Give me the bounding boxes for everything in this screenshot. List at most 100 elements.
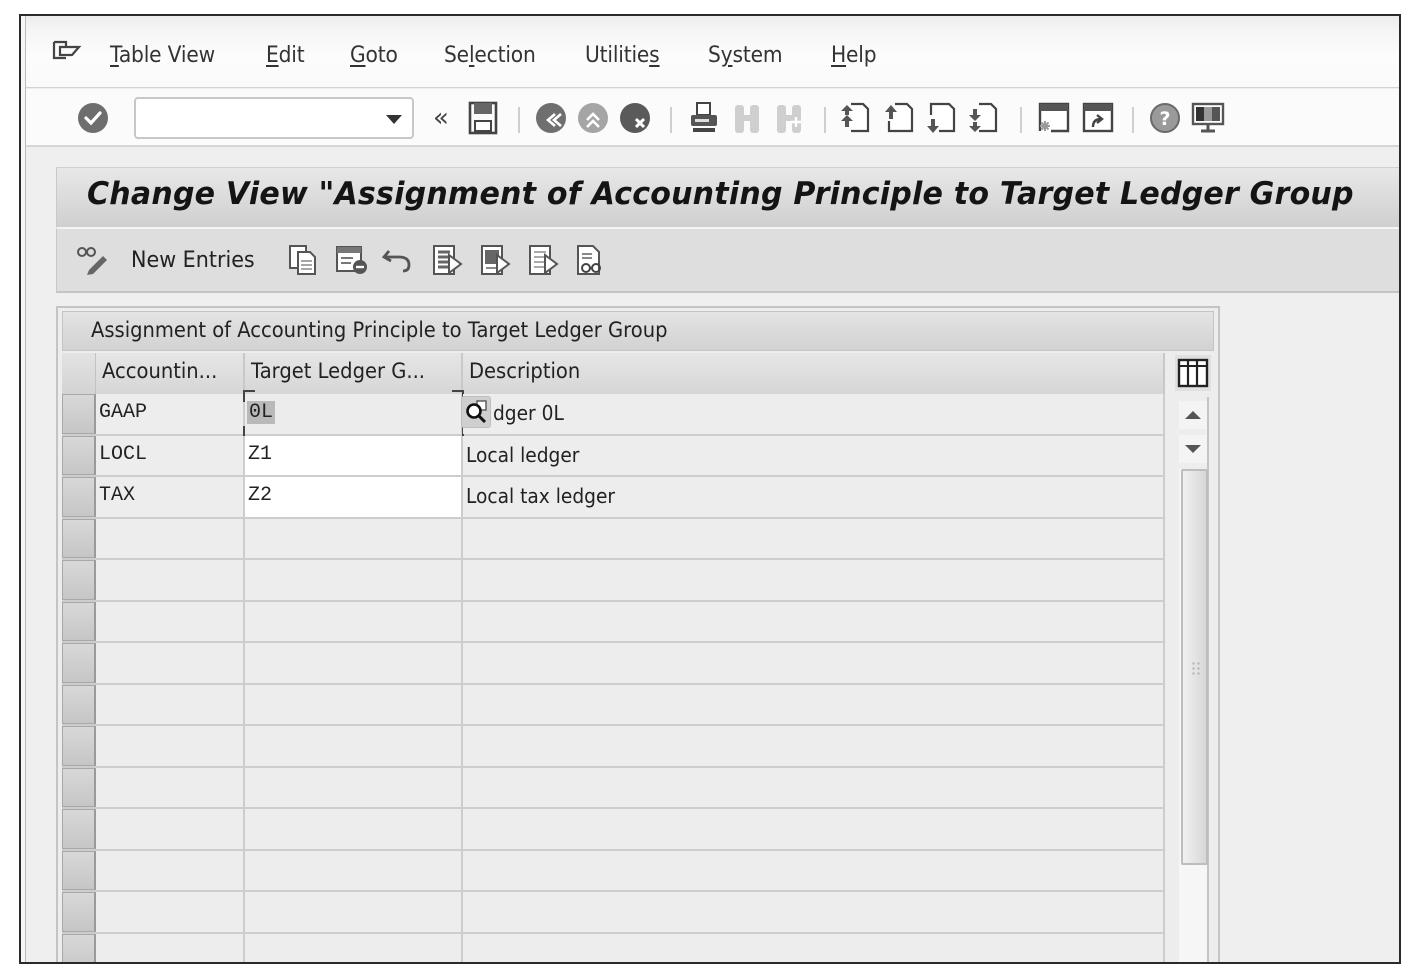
help-icon[interactable]: ?: [1148, 99, 1182, 137]
cell-description[interactable]: [463, 518, 1165, 558]
cell-description[interactable]: [463, 684, 1165, 724]
cell-target-ledger-group[interactable]: [245, 601, 463, 641]
cell-target-ledger-group[interactable]: [245, 518, 463, 558]
cell-accounting-principle[interactable]: [96, 560, 245, 600]
row-selector-button[interactable]: [62, 518, 96, 558]
row-selector-button[interactable]: [62, 477, 96, 517]
undo-change-icon[interactable]: [381, 243, 415, 277]
vertical-scrollbar[interactable]: [1179, 397, 1209, 962]
cell-description[interactable]: [463, 643, 1165, 683]
command-history-dropdown-icon[interactable]: [386, 115, 402, 124]
row-selector-button[interactable]: [62, 933, 96, 962]
cell-accounting-principle[interactable]: TAX: [96, 477, 245, 517]
delete-icon[interactable]: [335, 243, 369, 277]
copy-as-icon[interactable]: [287, 243, 321, 277]
menu-utilities[interactable]: Utilities: [585, 43, 660, 68]
row-selector-button[interactable]: [62, 643, 96, 683]
scroll-thumb[interactable]: [1181, 469, 1208, 865]
command-field[interactable]: [134, 97, 414, 139]
print-field-list-icon[interactable]: [575, 243, 609, 277]
last-page-icon[interactable]: [966, 99, 1000, 137]
first-page-icon[interactable]: [838, 99, 872, 137]
scroll-track[interactable]: [1179, 469, 1208, 962]
select-all-rows-button[interactable]: [62, 353, 96, 394]
cell-target-ledger-group[interactable]: Z2: [245, 477, 463, 517]
cell-accounting-principle[interactable]: [96, 933, 245, 962]
command-field-input[interactable]: [144, 99, 374, 135]
cell-target-ledger-group[interactable]: [245, 850, 463, 890]
menu-goto[interactable]: Goto: [350, 43, 398, 68]
cell-accounting-principle[interactable]: [96, 643, 245, 683]
exit-icon[interactable]: [576, 99, 610, 137]
cell-description[interactable]: [463, 560, 1165, 600]
display-change-icon[interactable]: [75, 243, 111, 277]
cell-description[interactable]: [463, 933, 1165, 962]
next-page-icon[interactable]: [924, 99, 958, 137]
column-header-accounting-principle[interactable]: Accountin...: [96, 353, 245, 394]
create-shortcut-icon[interactable]: [1080, 99, 1116, 137]
cell-target-ledger-group[interactable]: [245, 809, 463, 849]
customize-layout-icon[interactable]: [1190, 99, 1226, 137]
deselect-all-icon[interactable]: [527, 243, 561, 277]
cell-description[interactable]: [463, 850, 1165, 890]
row-selector-button[interactable]: [62, 560, 96, 600]
cell-description[interactable]: [463, 892, 1165, 932]
menu-selection[interactable]: Selection: [444, 43, 536, 68]
cell-target-ledger-group[interactable]: [245, 892, 463, 932]
row-selector-button[interactable]: [62, 767, 96, 807]
select-block-icon[interactable]: [479, 243, 513, 277]
row-selector-button[interactable]: [62, 601, 96, 641]
cell-accounting-principle[interactable]: [96, 601, 245, 641]
column-header-target-ledger-group[interactable]: Target Ledger G...: [245, 353, 463, 394]
menu-table-view[interactable]: Table View: [110, 43, 215, 68]
cell-description[interactable]: [463, 809, 1165, 849]
column-header-description[interactable]: Description: [463, 353, 1165, 394]
find-next-icon[interactable]: [772, 99, 806, 137]
cell-target-ledger-group[interactable]: Z1: [245, 435, 463, 475]
new-entries-button[interactable]: New Entries: [131, 243, 263, 277]
cell-description[interactable]: Local ledger: [463, 435, 1165, 475]
cell-target-ledger-group[interactable]: 0L: [243, 390, 464, 438]
cell-description[interactable]: dger 0L: [461, 394, 1165, 434]
table-settings-icon[interactable]: [1175, 355, 1211, 391]
cell-target-ledger-group[interactable]: [245, 643, 463, 683]
cell-description[interactable]: Local tax ledger: [463, 477, 1165, 517]
row-selector-button[interactable]: [62, 394, 96, 434]
cell-description[interactable]: [463, 726, 1165, 766]
menu-help[interactable]: Help: [831, 43, 877, 68]
create-session-icon[interactable]: [1036, 99, 1072, 137]
value-help-search-icon[interactable]: [461, 396, 491, 428]
cell-accounting-principle[interactable]: [96, 767, 245, 807]
cell-accounting-principle[interactable]: [96, 809, 245, 849]
find-icon[interactable]: [730, 99, 764, 137]
cell-accounting-principle[interactable]: [96, 684, 245, 724]
cell-target-ledger-group[interactable]: [245, 933, 463, 962]
cell-target-ledger-group[interactable]: [245, 684, 463, 724]
back-icon[interactable]: [534, 99, 568, 137]
row-selector-button[interactable]: [62, 892, 96, 932]
cell-target-ledger-group[interactable]: [245, 560, 463, 600]
system-menu-icon[interactable]: [52, 40, 82, 62]
cell-target-ledger-group[interactable]: [245, 726, 463, 766]
menu-system[interactable]: System: [708, 43, 783, 68]
cell-accounting-principle[interactable]: [96, 518, 245, 558]
cancel-icon[interactable]: [618, 99, 652, 137]
cell-accounting-principle[interactable]: LOCL: [96, 435, 245, 475]
row-selector-button[interactable]: [62, 726, 96, 766]
previous-page-icon[interactable]: [882, 99, 916, 137]
cell-accounting-principle[interactable]: [96, 850, 245, 890]
row-selector-button[interactable]: [62, 850, 96, 890]
cell-description[interactable]: [463, 601, 1165, 641]
cell-accounting-principle[interactable]: [96, 726, 245, 766]
menu-edit[interactable]: Edit: [266, 43, 305, 68]
back-double-chevron-icon[interactable]: «: [428, 99, 454, 137]
save-icon[interactable]: [466, 99, 500, 137]
cell-accounting-principle[interactable]: GAAP: [96, 394, 245, 434]
scroll-up-button[interactable]: [1179, 401, 1207, 429]
enter-icon[interactable]: [76, 99, 110, 137]
row-selector-button[interactable]: [62, 684, 96, 724]
cell-target-ledger-group[interactable]: [245, 767, 463, 807]
cell-accounting-principle[interactable]: [96, 892, 245, 932]
print-icon[interactable]: [686, 99, 722, 137]
scroll-down-button[interactable]: [1179, 435, 1207, 463]
